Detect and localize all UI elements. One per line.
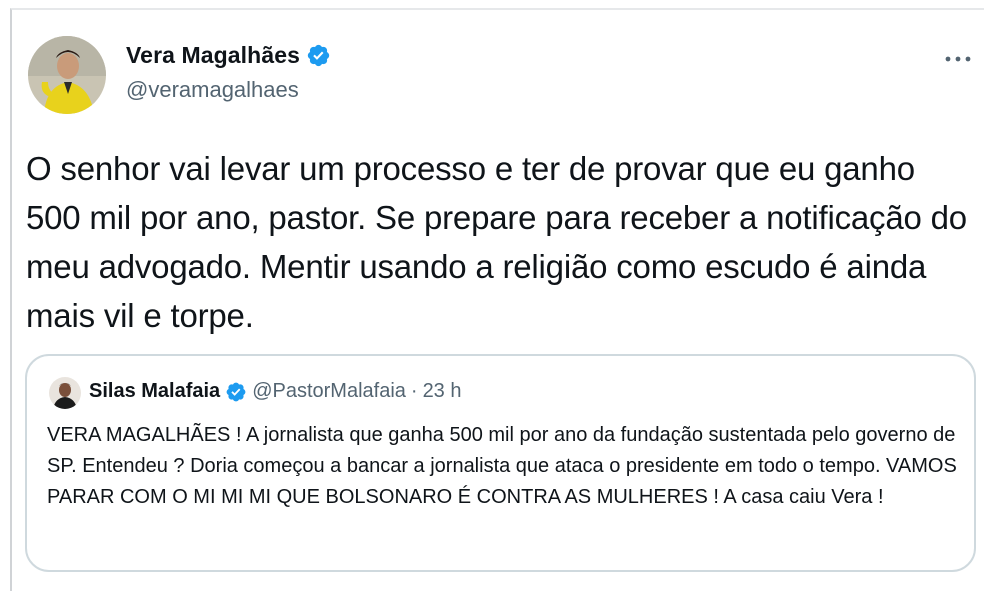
user-photo-icon — [28, 36, 106, 114]
quoted-author-name[interactable]: Silas Malafaia — [89, 380, 220, 403]
author-name[interactable]: Vera Magalhães — [126, 42, 300, 69]
quoted-tweet-header: Silas Malafaia @PastorMalafaia · 23 h — [89, 380, 462, 403]
quoted-author-avatar[interactable] — [49, 377, 81, 409]
author-avatar[interactable] — [28, 36, 106, 114]
separator-dot: · — [410, 380, 418, 402]
quoted-tweet[interactable]: Silas Malafaia @PastorMalafaia · 23 h VE… — [25, 354, 976, 572]
quoted-tweet-time[interactable]: 23 h — [423, 380, 462, 403]
quoted-tweet-text: VERA MAGALHÃES ! A jornalista que ganha … — [47, 424, 957, 508]
user-photo-icon — [49, 377, 81, 409]
more-dots-icon — [945, 56, 971, 62]
author-handle[interactable]: @veramagalhaes — [126, 77, 299, 103]
quoted-author-handle[interactable]: @PastorMalafaia — [252, 380, 406, 403]
author-name-row: Vera Magalhães — [126, 42, 331, 69]
verified-badge-icon — [306, 43, 331, 68]
more-options-button[interactable] — [944, 50, 972, 68]
verified-badge-icon — [225, 381, 247, 403]
tweet-text: O senhor vai levar um processo e ter de … — [26, 150, 967, 334]
